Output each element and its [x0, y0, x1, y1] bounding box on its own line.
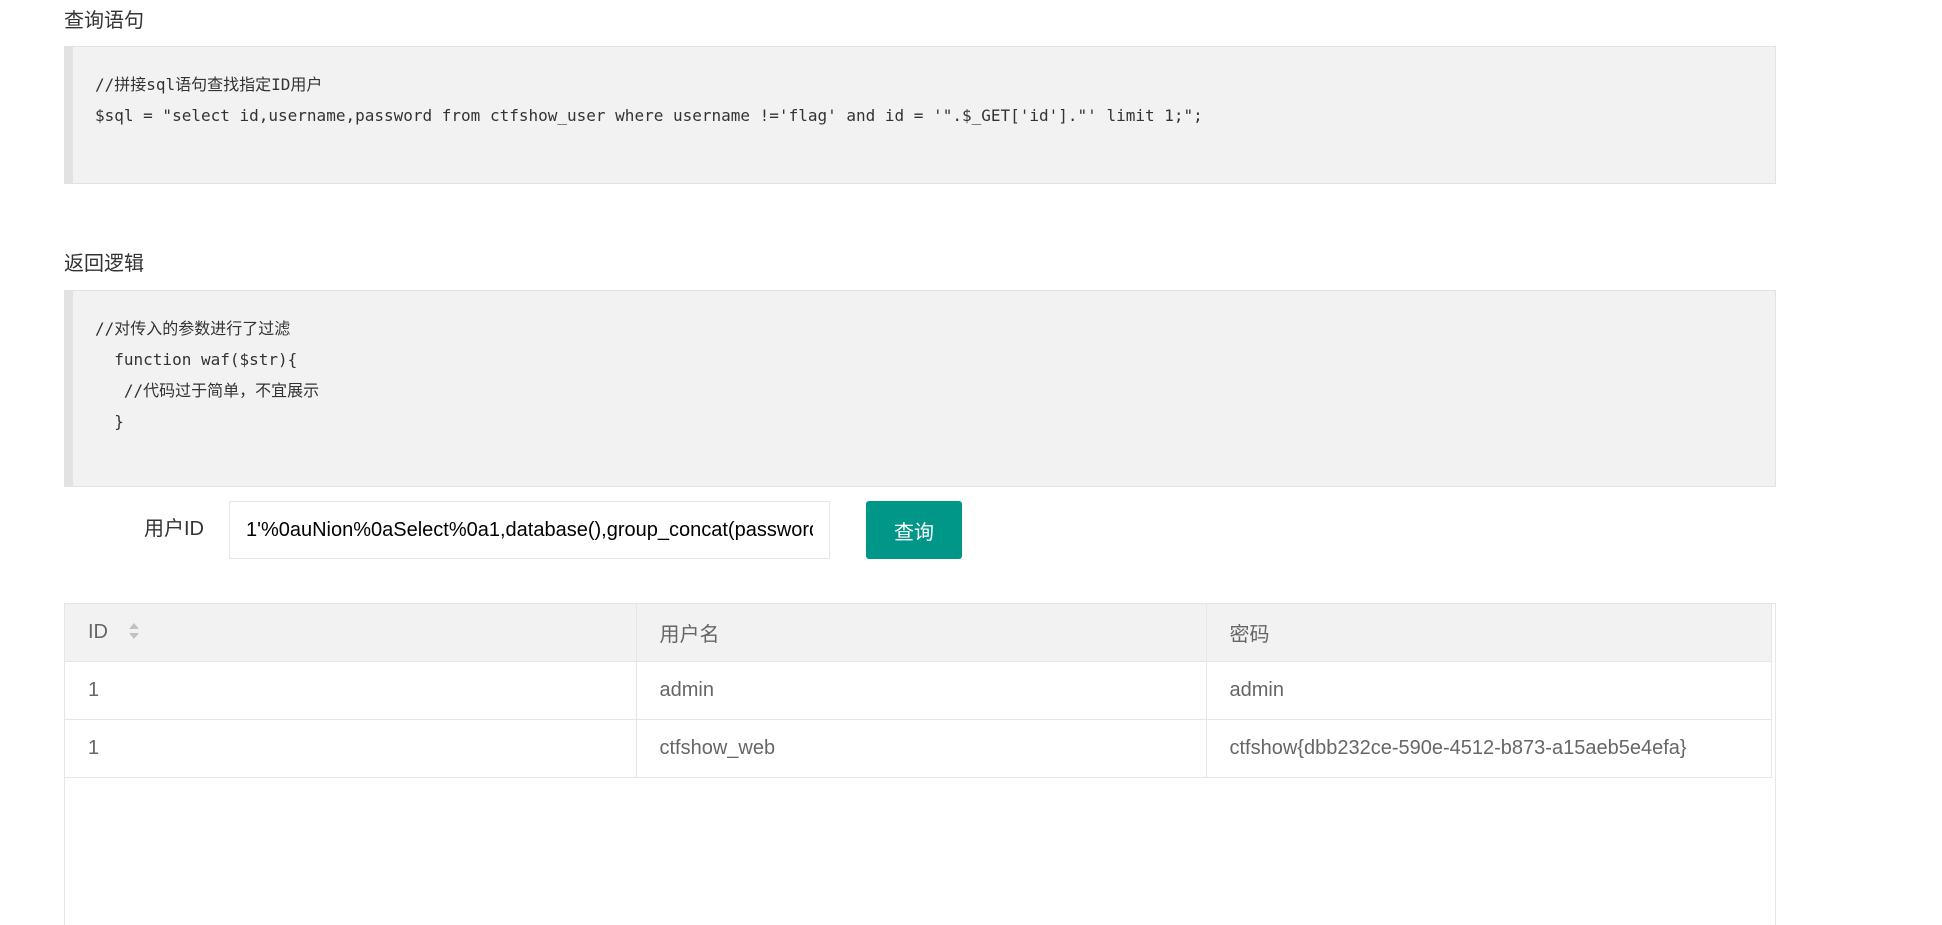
code-line: function waf($str){	[95, 350, 298, 369]
user-id-label: 用户ID	[144, 518, 204, 540]
code-line: //代码过于简单，不宜展示	[95, 381, 320, 400]
results-table: ID 用户名 密码 1 admin admin 1 ctfshow_web ct…	[65, 604, 1772, 778]
code-line: $sql = "select id,username,password from…	[95, 106, 1203, 125]
table-row: 1 admin admin	[65, 661, 1772, 720]
query-button[interactable]: 查询	[866, 501, 962, 559]
logic-section-title: 返回逻辑	[64, 251, 144, 275]
cell-password: ctfshow{dbb232ce-590e-4512-b873-a15aeb5e…	[1206, 719, 1772, 778]
cell-username: ctfshow_web	[636, 719, 1207, 778]
column-header-label: ID	[88, 621, 108, 644]
column-header-label: 用户名	[659, 624, 720, 646]
code-line: }	[95, 412, 124, 431]
cell-id: 1	[65, 719, 637, 778]
column-header-password: 密码	[1206, 604, 1772, 662]
column-header-username: 用户名	[636, 604, 1207, 662]
table-row: 1 ctfshow_web ctfshow{dbb232ce-590e-4512…	[65, 719, 1772, 778]
code-line: //对传入的参数进行了过滤	[95, 319, 291, 338]
column-header-label: 密码	[1229, 624, 1270, 646]
table-header-row: ID 用户名 密码	[65, 604, 1772, 662]
query-section-title: 查询语句	[64, 8, 144, 32]
results-table-container: ID 用户名 密码 1 admin admin 1 ctfshow_web ct…	[64, 603, 1776, 925]
query-code-block: //拼接sql语句查找指定ID用户 $sql = "select id,user…	[64, 46, 1776, 184]
cell-password: admin	[1206, 661, 1772, 720]
code-line: //拼接sql语句查找指定ID用户	[95, 75, 323, 94]
user-id-input[interactable]	[229, 501, 830, 559]
column-header-id[interactable]: ID	[65, 604, 637, 662]
logic-code-block: //对传入的参数进行了过滤 function waf($str){ //代码过于…	[64, 290, 1776, 487]
cell-username: admin	[636, 661, 1207, 720]
sort-icon[interactable]	[128, 622, 140, 640]
cell-id: 1	[65, 661, 637, 720]
